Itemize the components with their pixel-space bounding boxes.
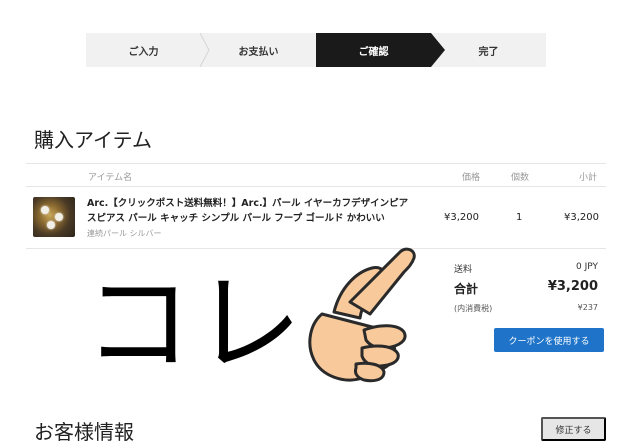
- product-qty: 1: [516, 212, 523, 223]
- shipping-value: 0 JPY: [576, 262, 598, 272]
- column-item: アイテム名: [88, 173, 133, 183]
- checkout-steps: ご入力 お支払い ご確認 完了: [86, 33, 546, 67]
- step-complete: 完了: [431, 33, 546, 67]
- annotation-text: コレ: [84, 262, 305, 387]
- pearl-shape: [47, 221, 55, 229]
- column-qty: 個数: [511, 173, 530, 183]
- purchase-items-title: 購入アイテム: [34, 128, 152, 152]
- pearl-shape: [41, 206, 49, 214]
- step-input: ご入力: [86, 33, 210, 67]
- customer-info-title: お客様情報: [34, 420, 134, 441]
- pearl-shape: [55, 213, 63, 221]
- step-separator: [200, 33, 210, 67]
- product-subtotal: ¥3,200: [564, 212, 599, 223]
- divider: [26, 163, 606, 164]
- pointing-hand-icon: [308, 247, 416, 383]
- step-label: ご入力: [128, 46, 159, 58]
- step-payment: お支払い: [201, 33, 316, 67]
- step-label: お支払い: [238, 46, 279, 58]
- edit-customer-button[interactable]: 修正する: [541, 417, 606, 441]
- tax-label: (内消費税): [454, 304, 493, 313]
- total-label: 合計: [454, 282, 479, 296]
- column-subtotal: 小計: [579, 173, 598, 183]
- column-price: 価格: [462, 173, 481, 183]
- product-thumbnail[interactable]: [33, 197, 75, 237]
- use-coupon-button[interactable]: クーポンを使用する: [494, 328, 604, 352]
- step-label: ご確認: [358, 46, 389, 58]
- product-name[interactable]: Arc.【クリックポスト送料無料！】Arc.】パール イヤーカフデザインピアスピ…: [87, 196, 417, 226]
- shipping-label: 送料: [454, 265, 473, 275]
- total-value: ¥3,200: [547, 279, 598, 294]
- step-confirm: ご確認: [316, 33, 445, 67]
- step-label: 完了: [478, 46, 499, 58]
- divider: [26, 186, 606, 187]
- product-price: ¥3,200: [444, 212, 479, 223]
- product-variant: 連続パール シルバー: [87, 229, 162, 238]
- tax-value: ¥237: [577, 303, 598, 312]
